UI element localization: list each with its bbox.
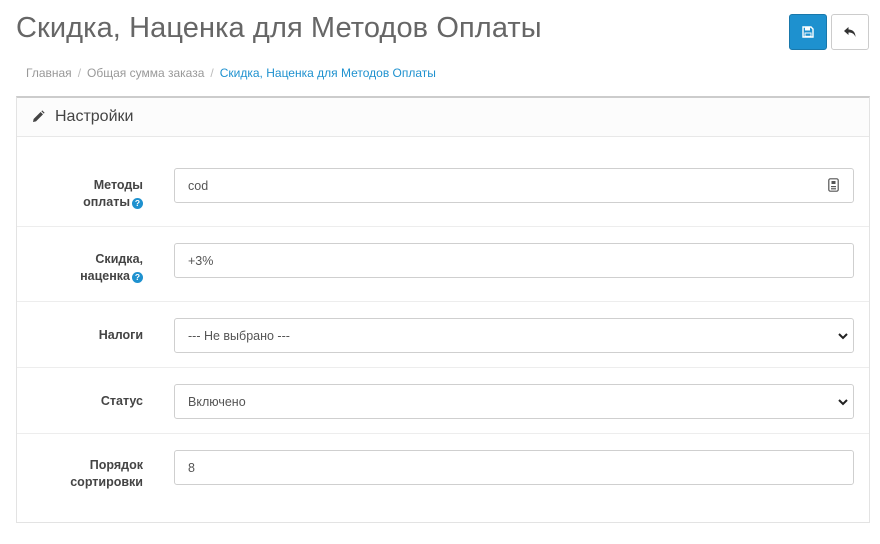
save-button[interactable] <box>789 14 827 50</box>
breadcrumb-separator: / <box>210 66 214 80</box>
discount-label: Скидка, наценка? <box>80 252 143 283</box>
status-select[interactable]: Включено <box>174 384 854 419</box>
payment-methods-label: Методы оплаты? <box>83 178 143 209</box>
reply-arrow-icon <box>844 27 856 37</box>
chevron-down-icon <box>838 399 848 406</box>
breadcrumb-home-link[interactable]: Главная <box>26 66 72 80</box>
sort-order-label: Порядок сортировки <box>70 458 143 489</box>
form-row-taxes: Налоги --- Не выбрано --- <box>17 302 869 368</box>
form-row-payment-methods: Методы оплаты? cod <box>17 137 869 227</box>
panel-title: Настройки <box>55 108 134 125</box>
status-label: Статус <box>100 394 143 408</box>
floppy-disk-icon <box>802 26 814 38</box>
breadcrumb-current-link[interactable]: Скидка, Наценка для Методов Оплаты <box>220 66 436 80</box>
breadcrumb-separator: / <box>77 66 82 80</box>
list-icon[interactable] <box>828 178 839 192</box>
page-title: Скидка, Наценка для Методов Оплаты <box>16 12 542 44</box>
help-icon[interactable]: ? <box>132 272 143 283</box>
breadcrumb: Главная / Общая сумма заказа / Скидка, Н… <box>26 66 436 80</box>
form-row-sort-order: Порядок сортировки 8 <box>17 434 869 522</box>
form-row-status: Статус Включено <box>17 368 869 434</box>
settings-panel: Настройки Методы оплаты? cod Скидка, нац… <box>16 96 870 523</box>
chevron-down-icon <box>838 333 848 340</box>
taxes-label: Налоги <box>98 328 143 342</box>
payment-methods-input[interactable]: cod <box>174 168 854 203</box>
panel-heading: Настройки <box>17 98 869 137</box>
taxes-select[interactable]: --- Не выбрано --- <box>174 318 854 353</box>
help-icon[interactable]: ? <box>132 198 143 209</box>
sort-order-input[interactable]: 8 <box>174 450 854 485</box>
breadcrumb-order-total-link[interactable]: Общая сумма заказа <box>87 66 204 80</box>
discount-input[interactable]: +3% <box>174 243 854 278</box>
pencil-icon <box>33 110 45 122</box>
back-button[interactable] <box>831 14 869 50</box>
form-row-discount: Скидка, наценка? +3% <box>17 227 869 302</box>
